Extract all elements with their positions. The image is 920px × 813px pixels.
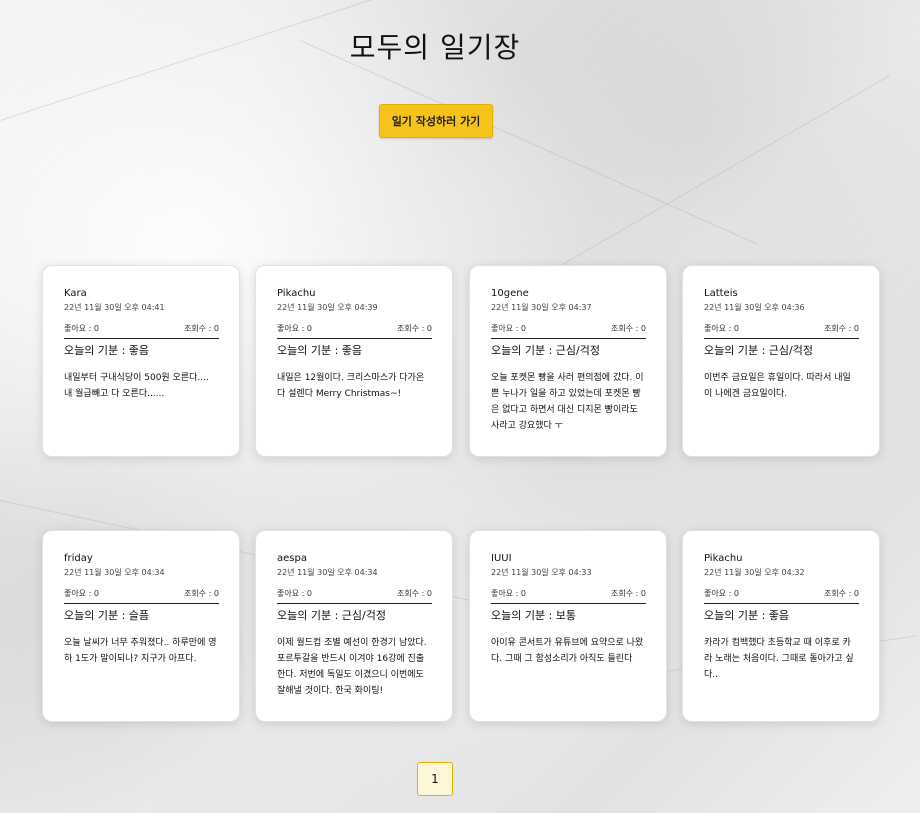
diary-date: 22년 11월 30일 오후 04:34 xyxy=(277,568,378,577)
diary-likes: 좋아요 : 0 xyxy=(491,324,526,333)
diary-stats: 좋아요 : 0 조회수 : 0 xyxy=(277,323,432,339)
diary-mood: 오늘의 기분 : 슬픔 xyxy=(64,609,150,622)
diary-body: 아이유 콘서트가 유튜브에 요약으로 나왔다. 그때 그 함성소리가 아직도 들… xyxy=(491,638,644,664)
diary-stats: 좋아요 : 0 조회수 : 0 xyxy=(64,588,219,604)
diary-views: 조회수 : 0 xyxy=(611,324,646,333)
diary-views: 조회수 : 0 xyxy=(184,589,219,598)
diary-card[interactable]: friday 22년 11월 30일 오후 04:34 좋아요 : 0 조회수 … xyxy=(42,530,240,722)
diary-views: 조회수 : 0 xyxy=(824,589,859,598)
diary-mood: 오늘의 기분 : 근심/걱정 xyxy=(491,344,600,357)
diary-likes: 좋아요 : 0 xyxy=(704,324,739,333)
diary-date: 22년 11월 30일 오후 04:39 xyxy=(277,303,378,312)
diary-views: 조회수 : 0 xyxy=(611,589,646,598)
diary-author: Pikachu xyxy=(277,288,316,299)
diary-card[interactable]: Pikachu 22년 11월 30일 오후 04:32 좋아요 : 0 조회수… xyxy=(682,530,880,722)
diary-views: 조회수 : 0 xyxy=(397,589,432,598)
diary-likes: 좋아요 : 0 xyxy=(704,589,739,598)
write-diary-button[interactable]: 일기 작성하러 가기 xyxy=(379,104,493,138)
diary-card[interactable]: aespa 22년 11월 30일 오후 04:34 좋아요 : 0 조회수 :… xyxy=(255,530,453,722)
diary-body: 내일부터 구내식당이 500원 오른다.... 내 월급빼고 다 오른다....… xyxy=(64,373,209,399)
diary-body: 이제 월드컵 조별 예선이 한경기 남았다. 포르투갈을 반드시 이겨야 16강… xyxy=(277,638,427,696)
diary-views: 조회수 : 0 xyxy=(184,324,219,333)
diary-card[interactable]: Latteis 22년 11월 30일 오후 04:36 좋아요 : 0 조회수… xyxy=(682,265,880,457)
diary-stats: 좋아요 : 0 조회수 : 0 xyxy=(704,323,859,339)
diary-author: 10gene xyxy=(491,288,529,299)
diary-mood: 오늘의 기분 : 보통 xyxy=(491,609,577,622)
diary-stats: 좋아요 : 0 조회수 : 0 xyxy=(64,323,219,339)
diary-card[interactable]: IUUI 22년 11월 30일 오후 04:33 좋아요 : 0 조회수 : … xyxy=(469,530,667,722)
diary-views: 조회수 : 0 xyxy=(824,324,859,333)
diary-date: 22년 11월 30일 오후 04:36 xyxy=(704,303,805,312)
diary-likes: 좋아요 : 0 xyxy=(64,324,99,333)
diary-mood: 오늘의 기분 : 좋음 xyxy=(64,344,150,357)
diary-date: 22년 11월 30일 오후 04:37 xyxy=(491,303,592,312)
diary-body: 오늘 날씨가 너무 추워졌다.. 하루만에 영하 1도가 말이되나? 지구가 아… xyxy=(64,638,217,664)
diary-body: 내일은 12월이다. 크리스마스가 다가온다 설렌다 Merry Christm… xyxy=(277,373,425,399)
diary-likes: 좋아요 : 0 xyxy=(491,589,526,598)
page-title: 모두의 일기장 xyxy=(349,31,521,64)
diary-mood: 오늘의 기분 : 좋음 xyxy=(277,344,363,357)
diary-stats: 좋아요 : 0 조회수 : 0 xyxy=(491,323,646,339)
diary-body: 카라가 컴백했다 초등학교 때 이후로 카라 노래는 처음이다. 그때로 돌아가… xyxy=(704,638,854,680)
diary-stats: 좋아요 : 0 조회수 : 0 xyxy=(277,588,432,604)
diary-body: 이번주 금요일은 휴일이다. 따라서 내일이 나에겐 금요일이다. xyxy=(704,373,851,399)
diary-mood: 오늘의 기분 : 근심/걱정 xyxy=(277,609,386,622)
diary-likes: 좋아요 : 0 xyxy=(277,589,312,598)
diary-stats: 좋아요 : 0 조회수 : 0 xyxy=(704,588,859,604)
diary-views: 조회수 : 0 xyxy=(397,324,432,333)
diary-author: Latteis xyxy=(704,288,738,299)
diary-date: 22년 11월 30일 오후 04:32 xyxy=(704,568,805,577)
diary-author: aespa xyxy=(277,553,307,564)
diary-date: 22년 11월 30일 오후 04:34 xyxy=(64,568,165,577)
diary-author: friday xyxy=(64,553,93,564)
diary-card[interactable]: Kara 22년 11월 30일 오후 04:41 좋아요 : 0 조회수 : … xyxy=(42,265,240,457)
diary-body: 오늘 포켓몬 빵을 사러 편의점에 갔다. 이쁜 누나가 일을 하고 있었는데 … xyxy=(491,373,644,431)
diary-likes: 좋아요 : 0 xyxy=(277,324,312,333)
diary-mood: 오늘의 기분 : 근심/걱정 xyxy=(704,344,813,357)
diary-date: 22년 11월 30일 오후 04:33 xyxy=(491,568,592,577)
diary-author: IUUI xyxy=(491,553,512,564)
diary-card[interactable]: 10gene 22년 11월 30일 오후 04:37 좋아요 : 0 조회수 … xyxy=(469,265,667,457)
diary-stats: 좋아요 : 0 조회수 : 0 xyxy=(491,588,646,604)
diary-likes: 좋아요 : 0 xyxy=(64,589,99,598)
pagination-page-button[interactable]: 1 xyxy=(417,762,453,796)
diary-card[interactable]: Pikachu 22년 11월 30일 오후 04:39 좋아요 : 0 조회수… xyxy=(255,265,453,457)
diary-author: Pikachu xyxy=(704,553,743,564)
diary-mood: 오늘의 기분 : 좋음 xyxy=(704,609,790,622)
diary-date: 22년 11월 30일 오후 04:41 xyxy=(64,303,165,312)
diary-author: Kara xyxy=(64,288,87,299)
